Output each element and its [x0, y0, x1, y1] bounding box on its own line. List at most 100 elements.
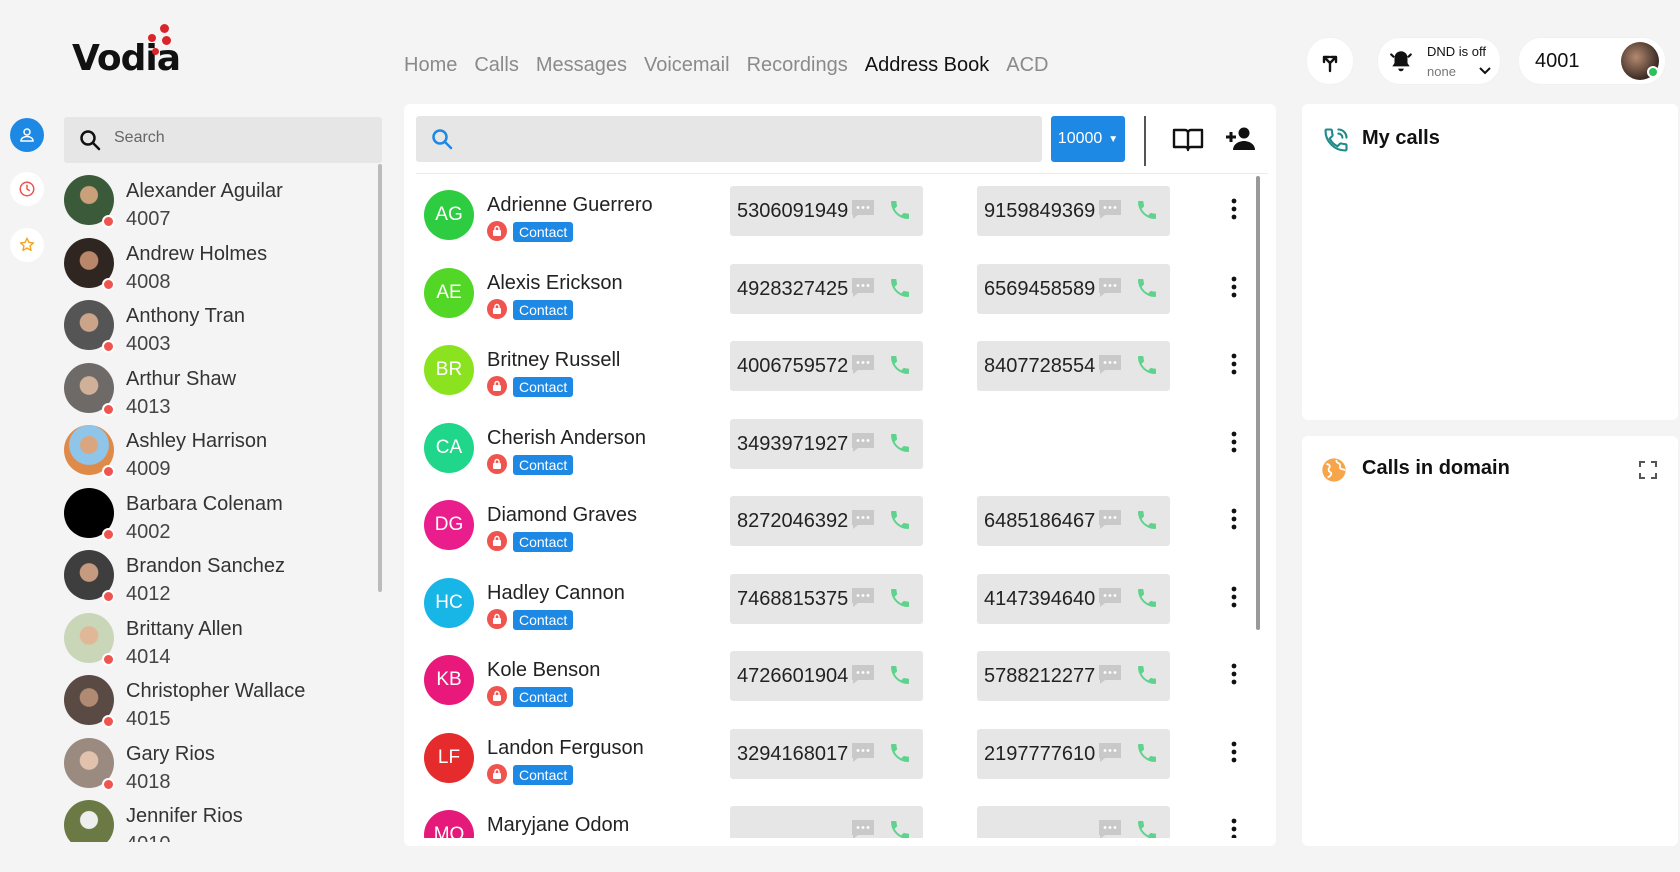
phone-icon[interactable] — [1135, 818, 1159, 838]
phone-icon[interactable] — [888, 818, 912, 838]
phone-icon[interactable] — [888, 508, 912, 532]
nav-recordings[interactable]: Recordings — [747, 54, 848, 77]
phone-number-field: 8272046392 — [730, 496, 923, 546]
contact-row[interactable]: HC Hadley Cannon Contact 7468815375 41473946… — [404, 570, 1256, 648]
phone-icon[interactable] — [888, 276, 912, 300]
list-item[interactable]: Christopher Wallace 4015 — [60, 668, 382, 731]
phone-icon[interactable] — [1135, 353, 1159, 377]
list-item[interactable]: Anthony Tran 4003 — [60, 293, 382, 356]
lock-icon — [487, 453, 507, 474]
message-icon[interactable] — [850, 508, 876, 532]
phone-icon[interactable] — [888, 663, 912, 687]
rail-contacts[interactable] — [10, 118, 44, 152]
message-icon[interactable] — [850, 431, 876, 455]
nav-home[interactable]: Home — [404, 54, 457, 77]
phone-icon[interactable] — [1135, 586, 1159, 610]
contact-row[interactable]: AG Adrienne Guerrero Contact 5306091949 9159… — [404, 182, 1256, 260]
lock-icon — [487, 686, 507, 706]
domain-select-button[interactable]: 10000 ▼ — [1051, 116, 1125, 162]
phone-icon[interactable] — [888, 586, 912, 610]
my-calls-panel: My calls — [1302, 104, 1678, 420]
user-list-scrollbar[interactable] — [378, 164, 382, 592]
message-icon[interactable] — [1097, 353, 1123, 377]
list-item[interactable]: Brandon Sanchez 4012 — [60, 543, 382, 606]
expand-icon[interactable] — [1638, 460, 1658, 480]
message-icon[interactable] — [1097, 508, 1123, 532]
more-options-icon[interactable] — [1224, 194, 1244, 224]
more-options-icon[interactable] — [1224, 582, 1244, 612]
more-options-icon[interactable] — [1224, 659, 1244, 689]
contact-row[interactable]: DG Diamond Graves Contact 8272046392 6485186… — [404, 492, 1256, 570]
list-item[interactable]: Barbara Colenam 4002 — [60, 481, 382, 544]
message-icon[interactable] — [850, 741, 876, 765]
phone-icon[interactable] — [1135, 276, 1159, 300]
add-user-icon[interactable] — [1224, 124, 1256, 154]
message-icon[interactable] — [850, 586, 876, 610]
message-icon[interactable] — [1097, 198, 1123, 222]
phone-icon[interactable] — [888, 198, 912, 222]
contact-row[interactable]: MOMaryjane OdomContact — [404, 802, 1256, 838]
nav-address-book[interactable]: Address Book — [865, 54, 990, 77]
contact-avatar: AE — [424, 267, 474, 318]
nav-voicemail[interactable]: Voicemail — [644, 54, 730, 77]
phone-icon[interactable] — [888, 353, 912, 377]
nav-messages[interactable]: Messages — [536, 54, 627, 77]
phone-icon[interactable] — [888, 741, 912, 765]
search-input[interactable] — [114, 129, 354, 147]
message-icon[interactable] — [1097, 663, 1123, 687]
nav-calls[interactable]: Calls — [474, 54, 518, 77]
nav-acd[interactable]: ACD — [1006, 54, 1048, 77]
list-item[interactable]: Arthur Shaw 4013 — [60, 356, 382, 419]
phone-number-field: 4928327425 — [730, 263, 923, 314]
contact-type-badge: Contact — [513, 454, 574, 475]
contact-row[interactable]: AE Alexis Erickson Contact 4928327425 656945… — [404, 260, 1256, 338]
book-icon[interactable] — [1172, 124, 1204, 154]
extension-menu[interactable]: 4001 — [1519, 38, 1665, 84]
message-icon[interactable] — [850, 276, 876, 300]
more-options-icon[interactable] — [1224, 349, 1244, 379]
user-name: Christopher Wallace — [126, 680, 306, 702]
rail-favorites[interactable] — [10, 228, 44, 262]
list-item[interactable]: Ashley Harrison 4009 — [60, 418, 382, 481]
phone-icon[interactable] — [888, 431, 912, 455]
list-item[interactable]: Jennifer Rios 4010 — [60, 793, 382, 842]
contact-search-input[interactable] — [466, 128, 1026, 146]
message-icon[interactable] — [1097, 741, 1123, 765]
contact-type-badge: Contact — [513, 377, 574, 397]
contact-row[interactable]: LF Landon Ferguson Contact 3294168017 219777… — [404, 725, 1256, 803]
more-options-icon[interactable] — [1224, 272, 1244, 302]
contact-name: Adrienne Guerrero — [487, 194, 653, 216]
list-item[interactable]: Andrew Holmes 4008 — [60, 231, 382, 294]
contact-row[interactable]: BR Britney Russell Contact 4006759572 840772… — [404, 337, 1256, 415]
more-options-icon[interactable] — [1224, 737, 1244, 767]
phone-icon[interactable] — [1135, 198, 1159, 222]
contact-row[interactable]: CA Cherish Anderson Contact 3493971927 — [404, 415, 1256, 493]
contacts-scrollbar[interactable] — [1256, 176, 1260, 630]
user-search[interactable] — [64, 117, 382, 163]
more-options-icon[interactable] — [1224, 427, 1244, 457]
message-icon[interactable] — [850, 818, 876, 838]
phone-icon[interactable] — [1135, 741, 1159, 765]
message-icon[interactable] — [850, 663, 876, 687]
message-icon[interactable] — [1097, 586, 1123, 610]
dnd-selector[interactable]: DND is off none — [1378, 38, 1500, 84]
rail-recent[interactable] — [10, 172, 44, 206]
phone-icon[interactable] — [1135, 508, 1159, 532]
contact-row[interactable]: KB Kole Benson Contact 4726601904 5788212277 — [404, 647, 1256, 725]
list-item[interactable]: Gary Rios 4018 — [60, 731, 382, 794]
logo-dot — [152, 48, 159, 55]
search-icon — [80, 130, 101, 151]
more-options-icon[interactable] — [1224, 504, 1244, 534]
message-icon[interactable] — [1097, 818, 1123, 838]
contact-search[interactable] — [416, 116, 1042, 162]
message-icon[interactable] — [850, 198, 876, 222]
call-routing-button[interactable] — [1307, 38, 1353, 84]
phone-icon[interactable] — [1135, 663, 1159, 687]
message-icon[interactable] — [1097, 276, 1123, 300]
message-icon[interactable] — [850, 353, 876, 377]
toolbar-divider — [1144, 116, 1146, 166]
list-item[interactable]: Brittany Allen 4014 — [60, 606, 382, 669]
more-options-icon[interactable] — [1224, 814, 1244, 838]
list-item[interactable]: Alexander Aguilar 4007 — [60, 168, 382, 231]
domain-label: 10000 — [1057, 130, 1103, 147]
